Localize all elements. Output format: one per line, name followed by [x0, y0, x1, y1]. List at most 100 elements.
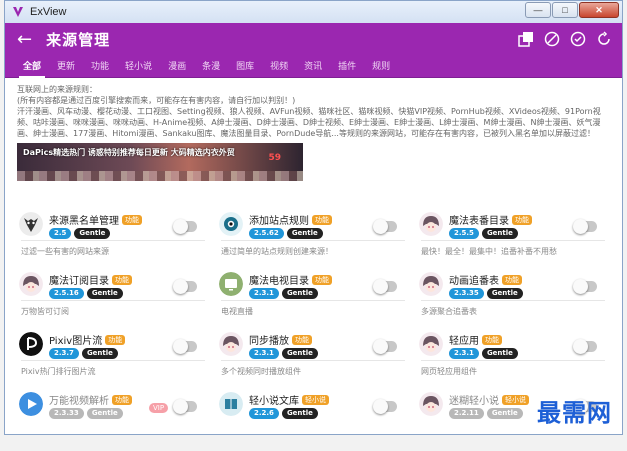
source-name: 同步播放 [249, 336, 289, 347]
category-badge: 功能 [502, 274, 522, 285]
enable-toggle[interactable] [373, 279, 397, 294]
robot-icon [219, 212, 243, 236]
version-badges: 2.5 Gentle [49, 228, 111, 239]
source-card[interactable]: 来源黑名单管理 功能 2.5 Gentle 过滤一些有害的网站来源 [17, 209, 207, 271]
source-description: 多源聚合追番表 [421, 307, 477, 316]
category-badge: 功能 [312, 274, 332, 285]
refresh-icon[interactable] [596, 31, 612, 47]
tab-plugins[interactable]: 插件 [330, 56, 364, 78]
version-badges: 2.3.1 Gentle [249, 348, 318, 359]
tab-updates[interactable]: 更新 [49, 56, 83, 78]
anime-girl-icon [419, 212, 443, 236]
source-card[interactable]: 万能视频解析 功能 2.3.33 Gentle VIP [17, 389, 207, 451]
source-name-row: Pixiv图片流 功能 [49, 332, 126, 347]
enable-toggle[interactable] [373, 219, 397, 234]
mask-icon [19, 212, 43, 236]
source-name-row: 添加站点规则 功能 [249, 212, 332, 227]
check-circle-icon[interactable] [570, 31, 586, 47]
source-card[interactable]: 轻应用 功能 2.3.1 Gentle 网页轻应用组件 [417, 329, 607, 391]
tab-comics[interactable]: 漫画 [160, 56, 194, 78]
block-icon[interactable] [544, 31, 560, 47]
source-name: 魔法表番目录 [449, 216, 509, 227]
source-card[interactable]: 动画追番表 功能 2.3.35 Gentle 多源聚合追番表 [417, 269, 607, 331]
source-name-row: 迷糊轻小说 轻小说 [449, 392, 529, 407]
category-badge: 轻小说 [502, 394, 529, 405]
banner-image-strip [17, 171, 303, 181]
tab-rules[interactable]: 规则 [364, 56, 398, 78]
source-card[interactable]: 魔法表番目录 功能 2.5.5 Gentle 最快！最全！最集中！追番补番不用愁 [417, 209, 607, 271]
ad-banner[interactable]: DaPics精选热门 诱惑特别推荐每日更新 大码精选内衣外贸 59 [17, 143, 303, 181]
source-description: 通过简单的站点规则创建来源！ [221, 247, 333, 256]
enable-toggle[interactable] [173, 399, 197, 414]
tv-icon [219, 272, 243, 296]
category-badge: 功能 [312, 214, 332, 225]
minimize-button[interactable]: — [525, 2, 551, 18]
source-card[interactable]: 魔法电视目录 功能 2.3.1 Gentle 电视直播 [217, 269, 407, 331]
source-name: 来源黑名单管理 [49, 216, 119, 227]
version-badge: 2.3.1 [249, 288, 279, 299]
toggle-knob [373, 339, 388, 354]
arrow-left-icon[interactable]: ← [17, 29, 32, 50]
tab-gallery[interactable]: 图库 [228, 56, 262, 78]
source-description: 多个视频同时播放组件 [221, 367, 301, 376]
version-badge: 2.5.16 [49, 288, 84, 299]
source-name: 动画追番表 [449, 276, 499, 287]
enable-toggle[interactable] [573, 339, 597, 354]
enable-toggle[interactable] [573, 279, 597, 294]
banner-text: DaPics精选热门 诱惑特别推荐每日更新 大码精选内衣外贸 [23, 148, 235, 157]
source-name: 添加站点规则 [249, 216, 309, 227]
tab-news[interactable]: 资讯 [296, 56, 330, 78]
divider [21, 300, 205, 301]
mode-badge: Gentle [281, 408, 318, 419]
toggle-knob [573, 339, 588, 354]
version-badge: 2.3.7 [49, 348, 79, 359]
source-card[interactable]: 同步播放 功能 2.3.1 Gentle 多个视频同时播放组件 [217, 329, 407, 391]
tab-light-novel[interactable]: 轻小说 [117, 56, 160, 78]
tab-functions[interactable]: 功能 [83, 56, 117, 78]
close-button[interactable]: ✕ [579, 2, 619, 18]
source-card[interactable]: 魔法订阅目录 功能 2.5.16 Gentle 万物皆可订阅 [17, 269, 207, 331]
mode-badge: Gentle [481, 348, 518, 359]
vip-badge: VIP [149, 403, 169, 413]
tab-webtoon[interactable]: 条漫 [194, 56, 228, 78]
enable-toggle[interactable] [573, 219, 597, 234]
version-badge: 2.5 [49, 228, 72, 239]
enable-toggle[interactable] [373, 399, 397, 414]
mode-badge: Gentle [74, 228, 111, 239]
source-description: 最快！最全！最集中！追番补番不用愁 [421, 247, 557, 256]
enable-toggle[interactable] [173, 219, 197, 234]
source-name-row: 魔法订阅目录 功能 [49, 272, 132, 287]
exview-logo-icon [13, 7, 23, 17]
source-name-row: 万能视频解析 功能 [49, 392, 132, 407]
category-badge: 功能 [112, 274, 132, 285]
version-badges: 2.3.7 Gentle [49, 348, 118, 359]
version-badges: 2.2.6 Gentle [249, 408, 318, 419]
anime-girl-icon [419, 332, 443, 356]
source-name: 魔法订阅目录 [49, 276, 109, 287]
enable-toggle[interactable] [373, 339, 397, 354]
app-header: ← 来源管理 [5, 23, 622, 56]
source-card[interactable]: 添加站点规则 功能 2.5.62 Gentle 通过简单的站点规则创建来源！ [217, 209, 407, 271]
source-name-row: 动画追番表 功能 [449, 272, 522, 287]
mode-badge: Gentle [86, 408, 123, 419]
source-name: 万能视频解析 [49, 396, 109, 407]
source-card[interactable]: 轻小说文库 轻小说 2.2.6 Gentle [217, 389, 407, 451]
source-description: Pixiv热门排行图片流 [21, 367, 96, 376]
version-badges: 2.5.16 Gentle [49, 288, 123, 299]
enable-toggle[interactable] [173, 339, 197, 354]
anime-girl-icon [219, 332, 243, 356]
scrollbar[interactable] [617, 78, 621, 434]
tab-video[interactable]: 视频 [262, 56, 296, 78]
source-name: 轻应用 [449, 336, 479, 347]
tab-all[interactable]: 全部 [15, 56, 49, 78]
source-card[interactable]: Pixiv图片流 功能 2.3.7 Gentle Pixiv热门排行图片流 [17, 329, 207, 391]
category-badge: 功能 [512, 214, 532, 225]
mode-badge: Gentle [486, 408, 523, 419]
copy-icon[interactable] [518, 31, 534, 47]
category-badge: 轻小说 [302, 394, 329, 405]
maximize-button[interactable]: □ [552, 2, 578, 18]
source-name-row: 同步播放 功能 [249, 332, 312, 347]
enable-toggle[interactable] [173, 279, 197, 294]
category-badge: 功能 [292, 334, 312, 345]
version-badges: 2.3.1 Gentle [249, 288, 318, 299]
